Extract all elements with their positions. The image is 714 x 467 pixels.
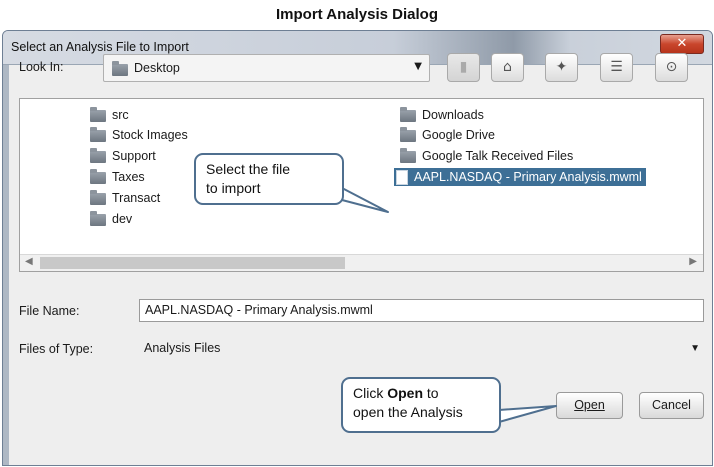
look-in-label: Look In: <box>19 60 64 74</box>
up-folder-icon: ▮ <box>459 59 468 75</box>
up-folder-button[interactable]: ▮ <box>447 53 480 82</box>
folder-icon <box>90 147 106 163</box>
file-icon <box>396 170 408 186</box>
cancel-button[interactable]: Cancel <box>639 392 704 419</box>
item-label: dev <box>112 212 133 226</box>
callout-line: Click Open to <box>353 385 439 401</box>
chevron-down-icon: ▼ <box>690 343 700 354</box>
file-type-value: Analysis Files <box>144 341 221 355</box>
open-callout: Click Open to open the Analysis <box>341 377 501 433</box>
list-item[interactable]: Downloads <box>398 106 484 124</box>
item-label: Stock Images <box>112 128 188 142</box>
list-item[interactable]: Support <box>88 147 156 165</box>
selected-file-item[interactable]: AAPL.NASDAQ - Primary Analysis.mwml <box>394 168 646 186</box>
item-label: Taxes <box>112 170 145 184</box>
dialog-title: Select an Analysis File to Import <box>11 40 189 54</box>
file-type-dropdown[interactable]: Analysis Files ▼ <box>139 337 704 360</box>
folder-icon <box>90 168 106 184</box>
list-view-icon: ☰ <box>610 59 623 75</box>
figure-caption: Import Analysis Dialog <box>276 6 438 23</box>
list-view-button[interactable]: ☰ <box>600 53 633 82</box>
list-item[interactable]: Google Talk Received Files <box>398 147 573 165</box>
folder-icon <box>90 210 106 226</box>
scroll-right-icon[interactable]: ▶ <box>689 256 697 267</box>
window-edge <box>3 65 9 465</box>
look-in-dropdown[interactable]: Desktop ▼ <box>103 54 430 82</box>
folder-icon <box>112 61 128 76</box>
folder-icon <box>90 106 106 122</box>
file-name-label: File Name: <box>19 304 80 318</box>
folder-icon <box>90 189 106 205</box>
new-folder-button[interactable]: ✦ <box>545 53 578 82</box>
scroll-left-icon[interactable]: ◀ <box>25 256 33 267</box>
new-folder-icon: ✦ <box>555 59 568 75</box>
list-item[interactable]: src <box>88 106 129 124</box>
item-label: Downloads <box>422 108 484 122</box>
details-view-button[interactable]: ⊙ <box>655 53 688 82</box>
item-label: Google Drive <box>422 128 495 142</box>
chevron-down-icon: ▼ <box>414 61 422 72</box>
horizontal-scrollbar[interactable]: ◀ ▶ <box>20 254 703 271</box>
folder-icon <box>400 147 416 163</box>
details-view-icon: ⊙ <box>665 59 678 75</box>
list-item[interactable]: dev <box>88 210 132 228</box>
list-item[interactable]: Transact <box>88 189 160 207</box>
scroll-thumb[interactable] <box>40 257 345 269</box>
file-type-label: Files of Type: <box>19 342 94 356</box>
home-button[interactable]: ⌂ <box>491 53 524 82</box>
item-label: Transact <box>112 191 161 205</box>
list-item[interactable]: Google Drive <box>398 126 495 144</box>
open-button[interactable]: Open <box>556 392 623 419</box>
select-file-callout: Select the file to import <box>194 153 344 205</box>
close-button[interactable]: ✕ <box>660 34 704 54</box>
callout-line: Select the file <box>206 161 291 177</box>
callout-line: to import <box>206 180 261 196</box>
folder-icon <box>90 126 106 142</box>
item-label: Support <box>112 149 156 163</box>
list-item[interactable]: Taxes <box>88 168 145 186</box>
file-list[interactable]: src Stock Images Support Taxes Transact … <box>19 98 704 272</box>
home-icon: ⌂ <box>503 59 512 75</box>
folder-icon <box>400 106 416 122</box>
list-item[interactable]: Stock Images <box>88 126 188 144</box>
item-label: AAPL.NASDAQ - Primary Analysis.mwml <box>414 170 642 184</box>
item-label: src <box>112 108 129 122</box>
open-button-label: Open <box>574 398 605 412</box>
look-in-value: Desktop <box>134 61 180 75</box>
file-name-input[interactable]: AAPL.NASDAQ - Primary Analysis.mwml <box>139 299 704 322</box>
item-label: Google Talk Received Files <box>422 149 574 163</box>
callout-line: open the Analysis <box>353 404 463 420</box>
folder-icon <box>400 126 416 142</box>
